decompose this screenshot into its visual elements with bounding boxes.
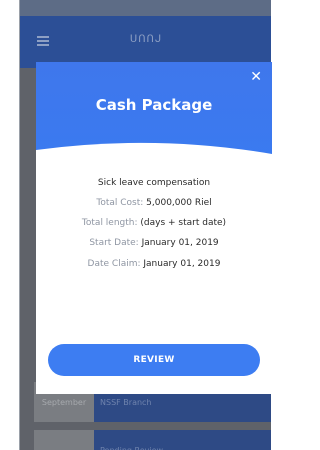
cash-package-modal: ✕ Cash Package Sick leave compensation T…	[36, 62, 272, 394]
total-cost-value: 5,000,000 Riel	[146, 198, 212, 208]
date-claim-value: January 01, 2019	[143, 259, 221, 269]
total-cost-row: Total Cost: 5,000,000 Riel	[36, 198, 272, 208]
total-length-row: Total length: (days + start date)	[36, 218, 272, 228]
date-claim-row: Date Claim: January 01, 2019	[36, 259, 272, 269]
list-item-info: Pending Review	[94, 430, 271, 450]
modal-title: Cash Package	[95, 96, 213, 114]
app-title: ᑌᑎᑎᒍ	[129, 34, 163, 45]
start-date-label: Start Date:	[89, 238, 139, 248]
close-icon[interactable]: ✕	[250, 70, 262, 84]
review-button[interactable]: REVIEW	[48, 344, 260, 376]
start-date-row: Start Date: January 01, 2019	[36, 238, 272, 248]
total-length-value: (days + start date)	[140, 218, 227, 228]
status-bar	[20, 0, 271, 16]
list-item[interactable]: Pending Review	[34, 430, 271, 450]
list-item-date	[34, 430, 94, 450]
date-claim-label: Date Claim:	[87, 259, 141, 269]
description-text: Sick leave compensation	[97, 178, 211, 188]
total-length-label: Total length:	[81, 218, 138, 228]
start-date-value: January 01, 2019	[141, 238, 219, 248]
modal-header: ✕ Cash Package	[36, 62, 272, 162]
total-cost-label: Total Cost:	[96, 198, 144, 208]
